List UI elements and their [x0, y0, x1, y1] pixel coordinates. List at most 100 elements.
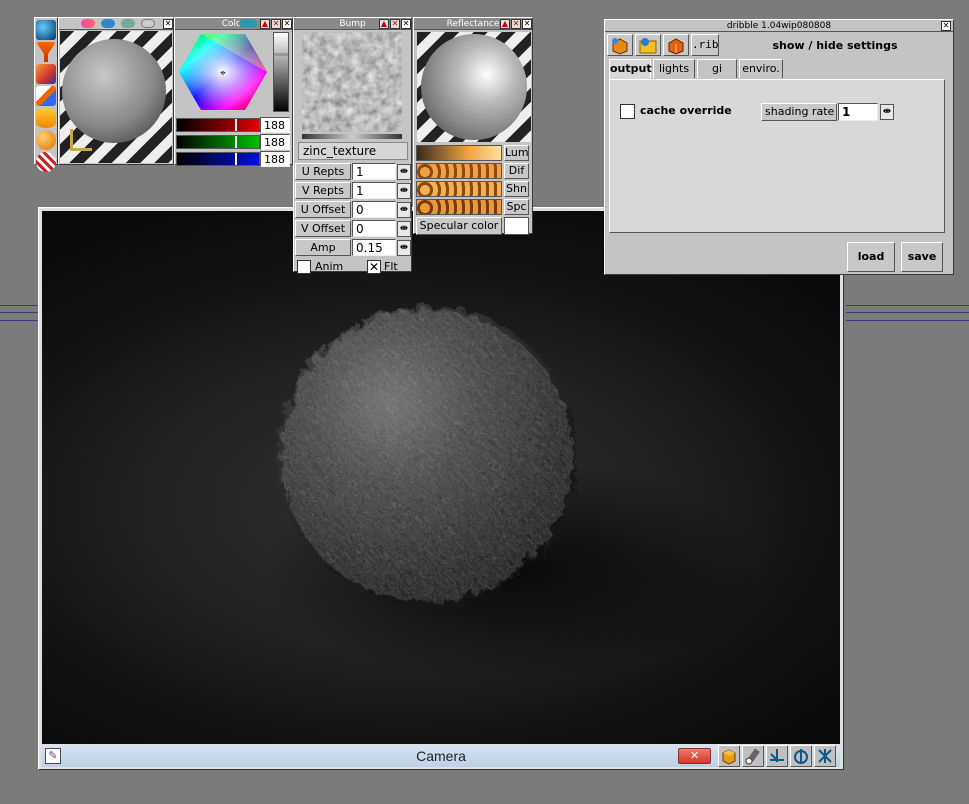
preview-checker-background: [60, 31, 172, 163]
bump-params: U Repts 1 ⇼ V Repts 1 ⇼ U Offset 0 ⇼ V O…: [295, 162, 411, 276]
blue-value-field[interactable]: 188: [260, 150, 290, 167]
spc-slider[interactable]: [416, 199, 502, 215]
green-value-field[interactable]: 188: [260, 133, 290, 150]
lum-slider[interactable]: [416, 145, 502, 161]
texture-name-field[interactable]: zinc_texture: [298, 142, 408, 160]
reflectance-row-spc: Spc: [416, 198, 532, 216]
close-icon[interactable]: ✕: [163, 19, 173, 29]
param-row-voffset: V Offset 0 ⇼: [295, 219, 411, 238]
close-icon[interactable]: ✕: [522, 19, 532, 29]
save-button[interactable]: save: [901, 242, 943, 272]
cache-override-checkbox[interactable]: [620, 104, 635, 119]
texture-scrollbar[interactable]: [302, 134, 402, 139]
close-icon[interactable]: ✕: [678, 748, 711, 764]
flt-checkbox[interactable]: ✕: [367, 259, 381, 274]
shn-button[interactable]: Shn: [504, 181, 529, 197]
globe-icon[interactable]: [36, 20, 56, 40]
tool-strip: [34, 17, 58, 172]
u-offset-field[interactable]: 0: [352, 201, 396, 218]
green-slider[interactable]: [176, 134, 260, 149]
close-icon[interactable]: ✕: [282, 19, 292, 29]
rotate-axis-icon[interactable]: [790, 745, 812, 767]
bump-texture-preview[interactable]: [302, 32, 402, 132]
render-cube-icon[interactable]: [607, 34, 633, 56]
dif-button[interactable]: Dif: [504, 163, 529, 179]
pencil-icon[interactable]: [36, 86, 56, 106]
hue-hexagon[interactable]: ⌖: [179, 32, 267, 112]
close-red-icon[interactable]: ✕: [511, 19, 521, 29]
stepper-icon[interactable]: ⇼: [397, 182, 411, 199]
texture-swatch-icon[interactable]: [121, 19, 135, 28]
collapse-icon[interactable]: ▲: [379, 19, 389, 29]
specular-color-swatch[interactable]: [504, 217, 529, 235]
dribble-settings-window: dribble 1.04wip080808 ✕ .rib show / hide…: [604, 19, 954, 275]
stepper-icon[interactable]: ⇼: [397, 201, 411, 218]
tab-output[interactable]: output: [609, 59, 652, 80]
collapse-icon[interactable]: ▲: [500, 19, 510, 29]
reflectance-title-bar: Reflectance ▲ ✕ ✕: [414, 18, 532, 30]
rib-button[interactable]: .rib: [691, 34, 719, 56]
bump-title: Bump: [339, 19, 366, 29]
load-button[interactable]: load: [847, 242, 895, 272]
blue-swatch-icon[interactable]: [101, 19, 115, 28]
render-viewport[interactable]: [42, 211, 840, 744]
v-offset-field[interactable]: 0: [352, 220, 396, 237]
light-swatch-icon[interactable]: [141, 19, 155, 28]
close-red-icon[interactable]: ✕: [390, 19, 400, 29]
scale-axis-icon[interactable]: [814, 745, 836, 767]
striped-ball-icon[interactable]: [36, 152, 56, 172]
sphere-icon[interactable]: [36, 130, 56, 150]
funnel-icon[interactable]: [36, 42, 56, 62]
close-red-icon[interactable]: ✕: [271, 19, 281, 29]
shading-rate-field[interactable]: 1: [838, 103, 878, 121]
red-slider[interactable]: [176, 117, 260, 132]
camera-window: ✎ Camera ✕: [38, 207, 844, 770]
render-folder-icon[interactable]: [635, 34, 661, 56]
render-layers-icon[interactable]: [663, 34, 689, 56]
shn-slider[interactable]: [416, 181, 502, 197]
u-repts-field[interactable]: 1: [352, 163, 396, 180]
spc-button[interactable]: Spc: [504, 199, 529, 215]
tab-enviro[interactable]: enviro.: [739, 59, 783, 78]
bump-panel: Bump ▲ ✕ ✕ zinc_texture U Repts 1 ⇼ V Re…: [293, 17, 412, 274]
blue-slider[interactable]: [176, 151, 260, 166]
close-icon[interactable]: ✕: [941, 21, 951, 31]
v-offset-label: V Offset: [295, 220, 351, 237]
anim-checkbox[interactable]: [297, 259, 311, 274]
preview-title-bar: ✕: [59, 18, 173, 30]
value-slider[interactable]: [273, 32, 289, 112]
light-icon[interactable]: [742, 745, 764, 767]
move-axis-icon[interactable]: [766, 745, 788, 767]
reflectance-preview: [417, 32, 531, 142]
dif-slider[interactable]: [416, 163, 502, 179]
show-hide-settings-button[interactable]: show / hide settings: [719, 39, 951, 52]
red-value-field[interactable]: 188: [260, 116, 290, 133]
reflectance-title: Reflectance: [446, 19, 500, 29]
cube-icon[interactable]: [718, 745, 740, 767]
v-repts-field[interactable]: 1: [352, 182, 396, 199]
pink-swatch-icon[interactable]: [81, 19, 95, 28]
dribble-tabs: output lights gi enviro.: [609, 59, 783, 80]
desktop-guide-line: [0, 305, 40, 306]
tab-gi[interactable]: gi: [697, 59, 737, 78]
teal-swatch-icon[interactable]: [239, 19, 257, 28]
axis-gizmo-icon: [70, 129, 92, 151]
shading-rate-label: shading rate: [761, 103, 837, 121]
specular-color-label: Specular color: [416, 217, 502, 235]
collapse-icon[interactable]: ▲: [260, 19, 270, 29]
reflectance-row-dif: Dif: [416, 162, 532, 180]
amp-field[interactable]: 0.15: [352, 239, 396, 256]
u-repts-label: U Repts: [295, 163, 351, 180]
stepper-icon[interactable]: ⇼: [397, 220, 411, 237]
close-icon[interactable]: ✕: [401, 19, 411, 29]
tab-lights[interactable]: lights: [653, 59, 695, 78]
desktop-guide-line: [846, 312, 969, 313]
lum-button[interactable]: Lum: [504, 145, 529, 161]
cache-override-label: cache override: [640, 104, 732, 117]
desktop-guide-line: [0, 320, 40, 321]
paint-tool-icon[interactable]: [36, 64, 56, 84]
stepper-icon[interactable]: ⇼: [397, 239, 411, 256]
cylinder-icon[interactable]: [36, 108, 56, 128]
shading-rate-stepper-icon[interactable]: ⇼: [880, 104, 894, 120]
stepper-icon[interactable]: ⇼: [397, 163, 411, 180]
